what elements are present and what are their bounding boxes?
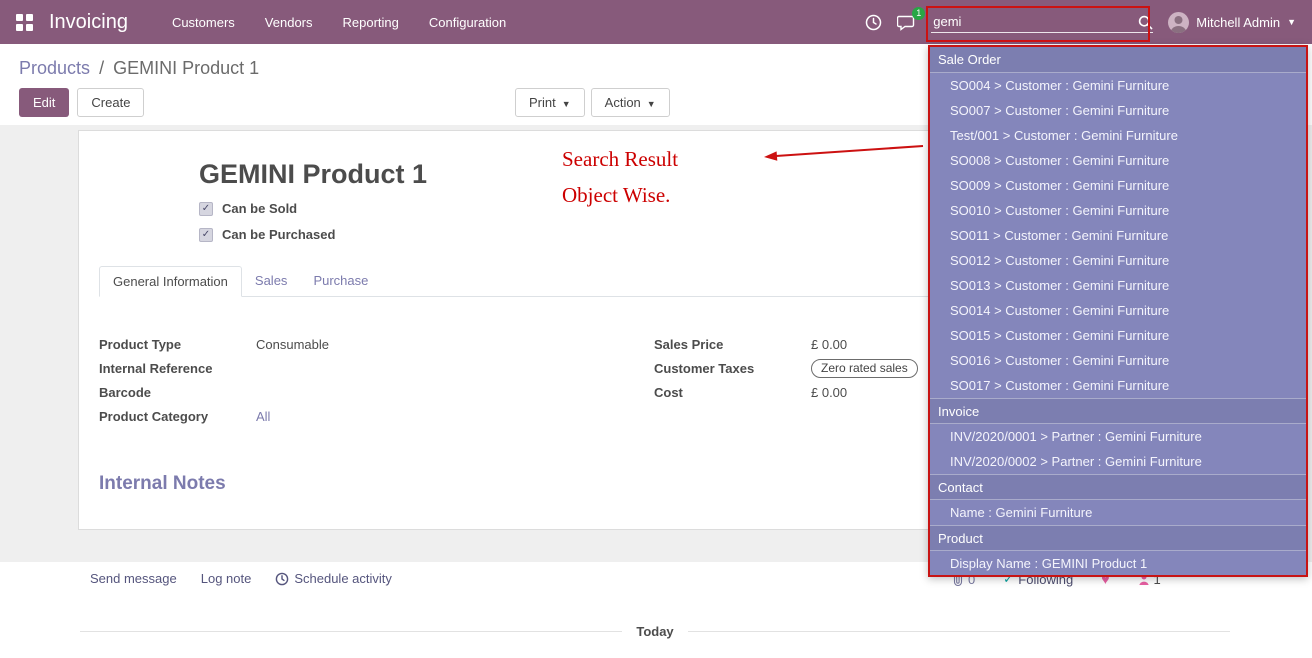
- field-label: Product Category: [99, 407, 256, 426]
- field-label: Internal Reference: [99, 359, 256, 378]
- field-barcode: Barcode: [99, 383, 654, 402]
- search-result-item[interactable]: SO017 > Customer : Gemini Furniture: [930, 373, 1306, 398]
- search-result-item[interactable]: INV/2020/0002 > Partner : Gemini Furnitu…: [930, 449, 1306, 474]
- menu-vendors[interactable]: Vendors: [265, 15, 313, 30]
- clock-icon: [275, 572, 289, 586]
- field-label: Product Type: [99, 335, 256, 354]
- result-group-contact: Contact: [930, 474, 1306, 500]
- schedule-activity-button[interactable]: Schedule activity: [275, 571, 392, 586]
- search-result-item[interactable]: SO015 > Customer : Gemini Furniture: [930, 323, 1306, 348]
- today-label: Today: [636, 624, 673, 639]
- search-result-item[interactable]: Display Name : GEMINI Product 1: [930, 551, 1306, 576]
- messages-icon[interactable]: 1: [897, 14, 916, 31]
- annotation-text-line2: Object Wise.: [562, 183, 670, 208]
- can-be-purchased-checkbox[interactable]: ✓: [199, 228, 213, 242]
- avatar: [1168, 12, 1189, 33]
- search-result-item[interactable]: INV/2020/0001 > Partner : Gemini Furnitu…: [930, 424, 1306, 449]
- menu-configuration[interactable]: Configuration: [429, 15, 506, 30]
- print-button[interactable]: Print ▼: [515, 88, 585, 117]
- caret-down-icon: ▼: [647, 99, 656, 109]
- field-internal-reference: Internal Reference: [99, 359, 654, 378]
- search-result-item[interactable]: Name : Gemini Furniture: [930, 500, 1306, 525]
- can-be-sold-checkbox[interactable]: ✓: [199, 202, 213, 216]
- field-value: Consumable: [256, 335, 329, 354]
- search-result-item[interactable]: Test/001 > Customer : Gemini Furniture: [930, 123, 1306, 148]
- field-label: Customer Taxes: [654, 359, 811, 378]
- action-button[interactable]: Action ▼: [591, 88, 670, 117]
- tab-purchase[interactable]: Purchase: [300, 266, 381, 296]
- breadcrumb-products-link[interactable]: Products: [19, 58, 90, 78]
- can-be-sold-label: Can be Sold: [222, 201, 297, 216]
- search-result-item[interactable]: SO016 > Customer : Gemini Furniture: [930, 348, 1306, 373]
- search-result-item[interactable]: SO011 > Customer : Gemini Furniture: [930, 223, 1306, 248]
- global-search: [931, 12, 1153, 33]
- nav-systray: 1 Mitchell Admin ▼: [865, 12, 1296, 33]
- caret-down-icon: ▼: [1287, 17, 1296, 27]
- user-menu[interactable]: Mitchell Admin ▼: [1168, 12, 1296, 33]
- result-group-product: Product: [930, 525, 1306, 551]
- product-category-link[interactable]: All: [256, 407, 270, 426]
- field-product-type: Product Type Consumable: [99, 335, 654, 354]
- main-menu: Customers Vendors Reporting Configuratio…: [172, 15, 506, 30]
- create-button[interactable]: Create: [77, 88, 144, 117]
- search-result-item[interactable]: SO014 > Customer : Gemini Furniture: [930, 298, 1306, 323]
- field-product-category: Product Category All: [99, 407, 654, 426]
- can-be-purchased-label: Can be Purchased: [222, 227, 335, 242]
- search-result-item[interactable]: SO004 > Customer : Gemini Furniture: [930, 73, 1306, 98]
- user-name: Mitchell Admin: [1196, 15, 1280, 30]
- edit-button[interactable]: Edit: [19, 88, 69, 117]
- field-label: Cost: [654, 383, 811, 402]
- message-count-badge: 1: [912, 7, 925, 20]
- schedule-activity-label: Schedule activity: [294, 571, 392, 586]
- print-button-label: Print: [529, 95, 556, 110]
- check-icon: ✓: [202, 204, 210, 214]
- result-group-invoice: Invoice: [930, 398, 1306, 424]
- apps-menu-icon[interactable]: [16, 14, 33, 31]
- field-label: Sales Price: [654, 335, 811, 354]
- send-message-button[interactable]: Send message: [90, 571, 177, 586]
- search-result-item[interactable]: SO013 > Customer : Gemini Furniture: [930, 273, 1306, 298]
- log-note-button[interactable]: Log note: [201, 571, 252, 586]
- search-result-item[interactable]: SO008 > Customer : Gemini Furniture: [930, 148, 1306, 173]
- breadcrumb-current: GEMINI Product 1: [113, 58, 259, 78]
- field-value: £ 0.00: [811, 335, 847, 354]
- search-results-dropdown: Sale Order SO004 > Customer : Gemini Fur…: [928, 45, 1308, 577]
- annotation-text-line1: Search Result: [562, 147, 678, 172]
- check-icon: ✓: [202, 230, 210, 240]
- menu-reporting[interactable]: Reporting: [343, 15, 399, 30]
- today-divider: Today: [80, 624, 1230, 639]
- customer-tax-badge: Zero rated sales: [811, 359, 918, 378]
- app-window: Invoicing Customers Vendors Reporting Co…: [0, 0, 1312, 658]
- field-value: £ 0.00: [811, 383, 847, 402]
- result-group-sale-order: Sale Order: [930, 47, 1306, 73]
- top-nav: Invoicing Customers Vendors Reporting Co…: [0, 0, 1312, 44]
- search-result-item[interactable]: SO007 > Customer : Gemini Furniture: [930, 98, 1306, 123]
- search-icon[interactable]: [1138, 15, 1153, 30]
- search-input[interactable]: [931, 12, 1138, 30]
- breadcrumb-separator: /: [99, 58, 104, 78]
- search-result-item[interactable]: SO010 > Customer : Gemini Furniture: [930, 198, 1306, 223]
- tab-sales[interactable]: Sales: [242, 266, 301, 296]
- tab-general-information[interactable]: General Information: [99, 266, 242, 297]
- search-result-item[interactable]: SO012 > Customer : Gemini Furniture: [930, 248, 1306, 273]
- search-result-item[interactable]: SO009 > Customer : Gemini Furniture: [930, 173, 1306, 198]
- app-name[interactable]: Invoicing: [49, 11, 128, 34]
- activities-clock-icon[interactable]: [865, 14, 882, 31]
- caret-down-icon: ▼: [562, 99, 571, 109]
- action-button-label: Action: [605, 95, 641, 110]
- field-label: Barcode: [99, 383, 256, 402]
- menu-customers[interactable]: Customers: [172, 15, 235, 30]
